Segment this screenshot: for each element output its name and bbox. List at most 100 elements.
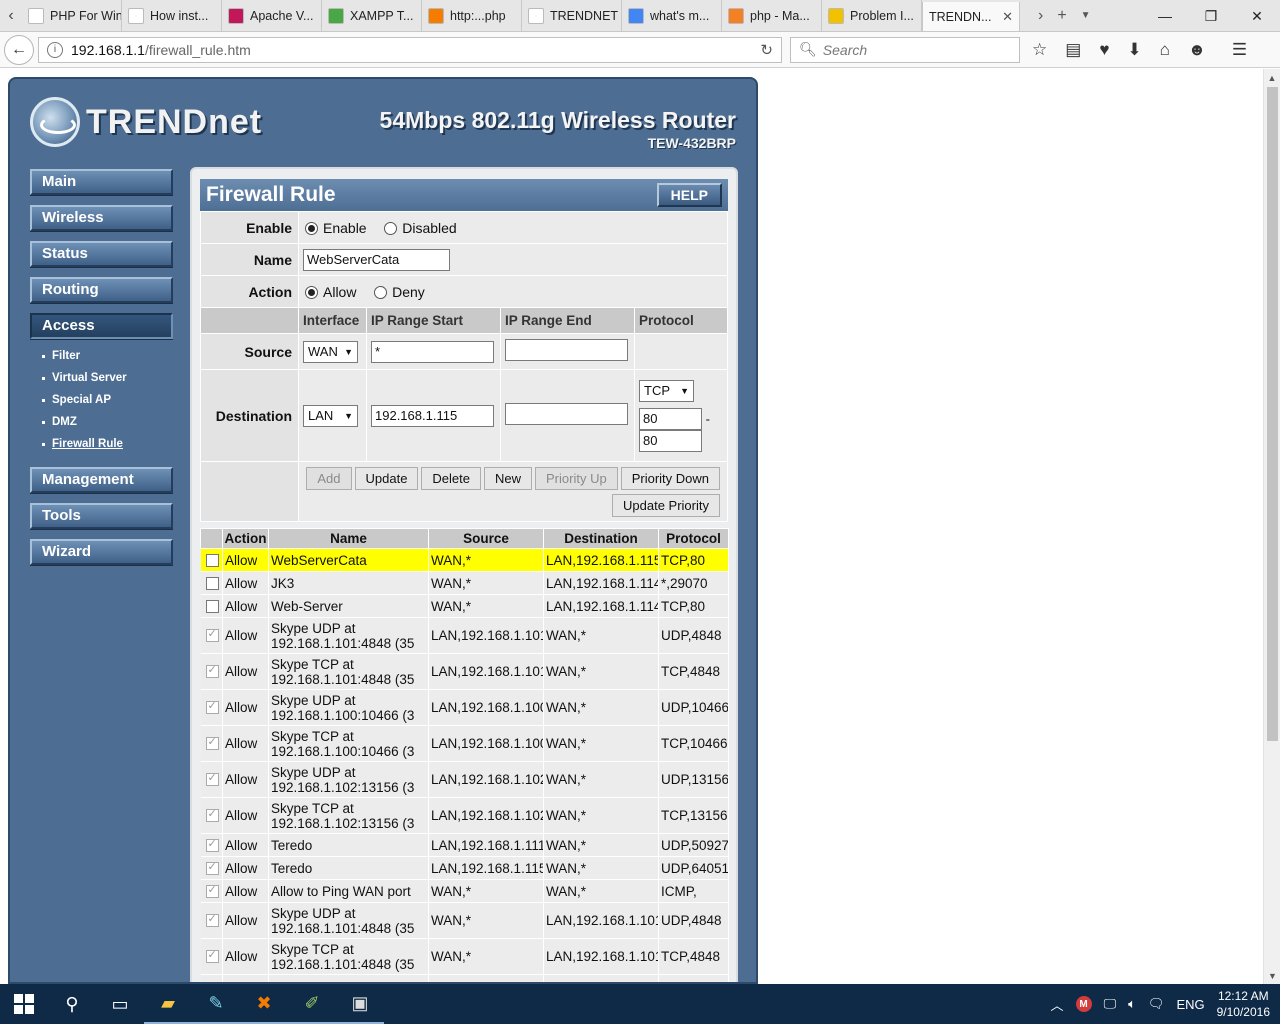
rule-name-input[interactable]: WebServerCata [303,248,450,271]
tab[interactable]: Problem I... [822,0,922,31]
page-scrollbar[interactable]: ▲ ▼ [1263,69,1280,984]
tab-active[interactable]: TRENDN... ✕ [922,2,1020,31]
nav-main-button[interactable]: Main [30,169,173,195]
row-checkbox[interactable] [205,576,219,590]
tab[interactable]: Apache V... [222,0,322,31]
scroll-down-icon[interactable]: ▼ [1264,967,1280,984]
add-button[interactable]: Add [306,466,352,490]
nav-tools-button[interactable]: Tools [30,503,173,529]
show-hidden-icons-icon[interactable]: ︿ [1051,995,1064,1014]
minimize-icon[interactable]: — [1142,0,1188,32]
notifications-icon[interactable]: 🗨︎ [1148,996,1165,1012]
new-tab-icon[interactable]: + [1057,7,1066,25]
dest-ip-start-input[interactable]: 192.168.1.115 [371,404,494,427]
tab[interactable]: http:...php [422,0,522,31]
tab[interactable]: TRENDNET | ... [522,0,622,31]
row-checkbox[interactable] [205,807,219,822]
tab-list-dropdown-icon[interactable]: ▼ [1081,10,1091,21]
pocket-icon[interactable]: ♥ [1099,40,1109,60]
source-ip-end-input[interactable] [505,339,628,361]
close-window-icon[interactable]: ✕ [1234,0,1280,32]
priority-up-button[interactable]: Priority Up [535,466,618,490]
language-indicator[interactable]: ENG [1176,997,1204,1012]
table-row[interactable]: Allow Skype UDP at 192.168.1.102:13156 (3… [200,761,729,798]
allow-radio[interactable] [305,285,318,299]
command-prompt-icon[interactable]: ▣ [336,984,384,1024]
port-start-input[interactable]: 80 [639,407,702,430]
disabled-radio[interactable] [384,221,398,235]
row-checkbox[interactable] [205,699,219,714]
home-icon[interactable]: ⌂ [1160,40,1170,60]
row-checkbox[interactable] [205,771,219,786]
table-row[interactable]: Allow WebServerCata WAN,* LAN,192.168.1.115… [200,548,729,572]
nav-routing-button[interactable]: Routing [30,277,173,303]
row-checkbox[interactable] [205,599,219,613]
tab[interactable]: XAMPP T... [322,0,422,31]
nav-management-button[interactable]: Management [30,467,173,493]
table-row[interactable]: AllowSkype UDP atWAN,*LAN,192.168.1.100U… [200,974,729,982]
row-checkbox[interactable] [205,735,219,750]
nav-access-button[interactable]: Access [30,313,173,339]
reload-icon[interactable]: ↻ [760,41,773,59]
url-bar[interactable]: i 192.168.1.1 /firewall_rule.htm ↻ [38,36,782,63]
task-view-icon[interactable]: ▭ [96,984,144,1024]
enable-radio[interactable] [305,221,318,235]
bookmark-star-icon[interactable]: ☆ [1032,40,1047,60]
reading-list-icon[interactable]: ▤ [1065,40,1081,60]
tab-scroll-left-icon[interactable]: ‹ [0,0,22,31]
restore-icon[interactable]: ❐ [1188,0,1234,32]
table-row[interactable]: Allow Skype UDP at 192.168.1.101:4848 (35… [200,617,729,654]
row-checkbox[interactable] [205,912,219,927]
notepad-plus-plus-icon[interactable]: ✐ [288,984,336,1024]
xampp-icon[interactable]: ✖ [240,984,288,1024]
deny-radio[interactable] [374,285,388,299]
network-icon[interactable]: 🖵︎ [1104,996,1117,1012]
update-priority-button[interactable]: Update Priority [612,493,720,517]
start-button[interactable] [0,984,48,1024]
nav-wizard-button[interactable]: Wizard [30,539,173,565]
tab[interactable]: what's m... [622,0,722,31]
delete-button[interactable]: Delete [421,466,481,490]
row-checkbox[interactable] [205,553,219,567]
file-explorer-icon[interactable]: ▰ [144,984,192,1024]
subnav-virtual-server[interactable]: Virtual Server [42,367,173,389]
nav-status-button[interactable]: Status [30,241,173,267]
volume-icon[interactable]: 🔈︎ [1128,996,1136,1012]
table-row[interactable]: Allow Skype UDP at 192.168.1.100:10466 (3… [200,689,729,726]
scroll-up-icon[interactable]: ▲ [1264,69,1280,86]
site-info-icon[interactable]: i [47,41,63,58]
scrollbar-thumb[interactable] [1267,87,1278,741]
hello-icon[interactable]: ☻ [1188,40,1206,60]
port-end-input[interactable]: 80 [639,429,702,452]
source-ip-start-input[interactable]: * [371,340,494,363]
row-checkbox[interactable] [205,837,219,852]
help-button[interactable]: HELP [656,183,722,207]
subnav-dmz[interactable]: DMZ [42,411,173,433]
table-row[interactable]: Allow Skype TCP at 192.168.1.101:4848 (35… [200,938,729,975]
close-tab-icon[interactable]: ✕ [1002,9,1013,25]
tab[interactable]: php - Ma... [722,0,822,31]
row-checkbox[interactable] [205,860,219,875]
downloads-icon[interactable]: ⬇ [1127,40,1141,60]
table-row[interactable]: Allow Skype TCP at 192.168.1.100:10466 (3… [200,725,729,762]
back-icon[interactable]: ← [4,34,34,65]
table-row[interactable]: Allow Teredo LAN,192.168.1.111WAN,* UDP,509… [200,833,729,857]
table-row[interactable]: Allow Allow to Ping WAN port WAN,* WAN,* ICM… [200,879,729,903]
tab[interactable]: How inst... [122,0,222,31]
row-checkbox[interactable] [205,948,219,963]
mcafee-icon[interactable]: M [1075,996,1092,1012]
notepad-icon[interactable]: ✎ [192,984,240,1024]
clock[interactable]: 12:12 AM 9/10/2016 [1217,988,1270,1020]
table-row[interactable]: Allow Teredo LAN,192.168.1.115WAN,* UDP,640… [200,856,729,880]
tab[interactable]: PHP For Win... [22,0,122,31]
menu-icon[interactable]: ☰ [1232,40,1247,60]
tab-scroll-right-icon[interactable]: › [1038,7,1043,25]
dest-interface-select[interactable]: LAN ▼ [303,404,358,427]
row-checkbox[interactable] [205,663,219,678]
priority-down-button[interactable]: Priority Down [620,466,720,490]
source-interface-select[interactable]: WAN ▼ [303,340,358,363]
protocol-select[interactable]: TCP ▼ [639,379,694,402]
table-row[interactable]: Allow Skype UDP at 192.168.1.101:4848 (35… [200,902,729,939]
subnav-filter[interactable]: Filter [42,345,173,367]
table-row[interactable]: Allow Web-Server WAN,* LAN,192.168.1.114 TCP… [200,594,729,618]
